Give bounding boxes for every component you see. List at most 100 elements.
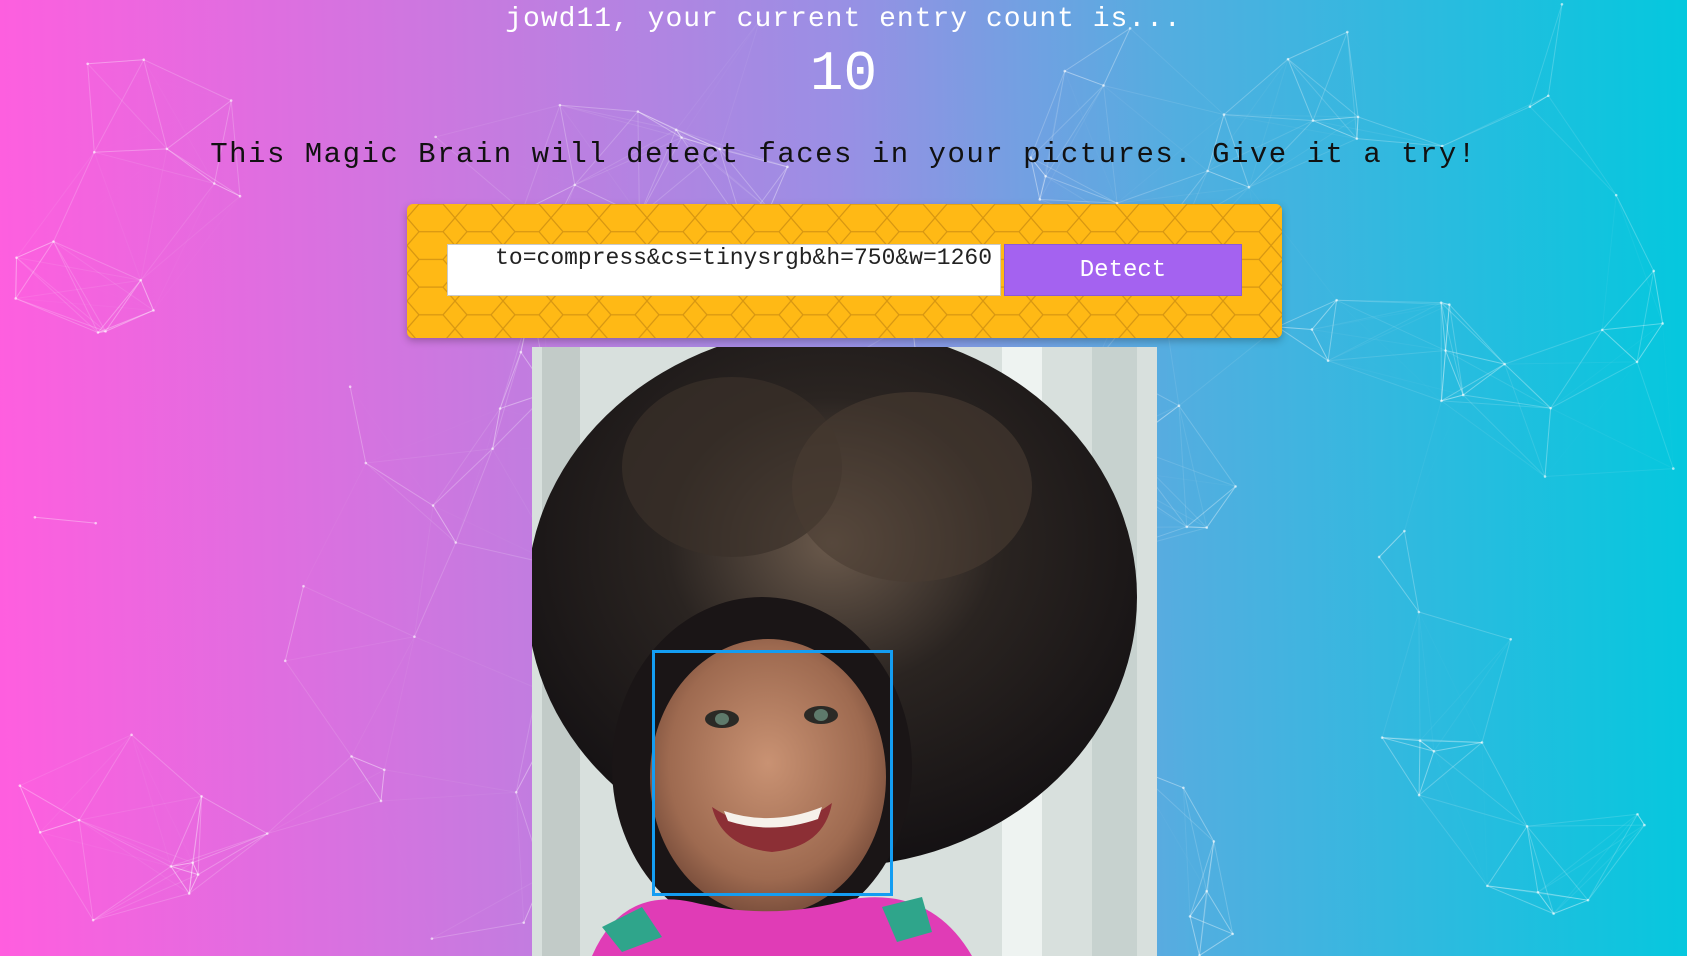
particle-dot [1549, 406, 1552, 410]
particle-dot [1661, 322, 1664, 325]
particle-link [455, 448, 494, 543]
particle-link [1441, 363, 1505, 402]
particle-link [1504, 363, 1546, 477]
particle-link [1537, 891, 1589, 901]
particle-link [1189, 915, 1233, 935]
particle-link [1312, 116, 1359, 122]
particle-link [131, 734, 202, 797]
particle-link [93, 893, 190, 921]
image-url-input[interactable]: to=compress&cs=tinysrgb&h=750&w=1260 [447, 244, 1001, 296]
particle-dot [1444, 349, 1447, 352]
particle-link [1615, 194, 1655, 272]
particle-link [284, 660, 352, 757]
particle-dot [1205, 526, 1209, 529]
particle-dot [1182, 786, 1185, 790]
particle-link [78, 819, 172, 867]
particle-link [78, 734, 132, 821]
particle-dot [1439, 301, 1443, 304]
particle-dot [283, 659, 287, 663]
particle-link [1418, 611, 1435, 752]
particle-dot [14, 297, 17, 300]
particle-link [1636, 361, 1674, 469]
particle-dot [187, 892, 191, 895]
particle-link [1311, 304, 1450, 330]
particle-link [1178, 326, 1278, 407]
particle-dot [1486, 884, 1489, 888]
entry-count-greeting: jowd11, your current entry count is... [505, 4, 1182, 35]
particle-link [19, 734, 132, 787]
particle-dot [1222, 113, 1226, 116]
particle-dot [1652, 269, 1656, 273]
particle-link [1117, 186, 1250, 204]
particle-dot [1231, 932, 1235, 936]
particle-dot [1643, 823, 1646, 827]
particle-link [1486, 825, 1528, 887]
particle-link [1553, 813, 1638, 914]
particle-link [154, 196, 241, 310]
particle-link [284, 586, 304, 661]
particle-dot [38, 831, 42, 834]
particle-link [140, 195, 241, 281]
particle-link [39, 832, 94, 921]
particle-link [365, 462, 434, 506]
particle-link [1663, 323, 1674, 468]
particle-dot [1509, 638, 1513, 641]
particle-dot [350, 755, 353, 758]
particle-dot [302, 584, 305, 588]
particle-dot [1671, 467, 1675, 470]
particle-dot [573, 183, 577, 187]
particle-link [1601, 195, 1617, 330]
particle-dot [1543, 475, 1547, 478]
particle-dot [169, 865, 173, 868]
particle-link [1445, 304, 1450, 351]
particle-dot [1525, 824, 1529, 828]
particle-dot [1432, 749, 1436, 753]
particle-link [1440, 350, 1447, 401]
particle-link [1178, 405, 1236, 487]
particle-link [1419, 612, 1482, 742]
particle-dot [674, 128, 678, 132]
particle-dot [498, 407, 502, 410]
particle-link [1544, 408, 1552, 477]
particle-dot [15, 256, 18, 259]
particle-link [1418, 740, 1421, 796]
particle-dot [454, 541, 458, 544]
particle-link [384, 769, 517, 793]
particle-link [1504, 363, 1551, 409]
particle-link [1403, 530, 1420, 613]
face-bounding-box [652, 650, 893, 896]
particle-dot [1418, 739, 1422, 742]
particle-link [1526, 825, 1589, 901]
particle-dot [1417, 610, 1421, 614]
particle-link [1403, 400, 1442, 532]
particle-dot [1185, 525, 1189, 529]
particle-dot [364, 461, 368, 465]
particle-link [381, 801, 432, 939]
particle-link [1602, 322, 1663, 331]
particle-link [188, 833, 268, 894]
particle-link [380, 791, 517, 802]
particle-link [1637, 813, 1645, 826]
particle-link [1207, 170, 1250, 188]
particle-link [1434, 751, 1487, 886]
particle-dot [1205, 889, 1208, 893]
particle-dot [1234, 485, 1237, 488]
particle-link [93, 152, 142, 281]
particle-link [499, 351, 522, 409]
particle-link [1481, 742, 1528, 827]
particle-link [1182, 787, 1191, 917]
particle-link [1277, 326, 1329, 362]
particle-link [1213, 841, 1234, 935]
particle-link [140, 183, 215, 281]
particle-link [1448, 304, 1464, 396]
particle-link [19, 785, 41, 833]
particle-link [1527, 813, 1638, 827]
particle-link [15, 257, 17, 299]
particle-link [1463, 394, 1551, 409]
particle-link [16, 257, 99, 333]
particle-dot [91, 918, 95, 922]
detect-button[interactable]: Detect [1004, 244, 1242, 296]
particle-link [1189, 916, 1200, 956]
particle-link [53, 241, 141, 281]
particle-link [170, 833, 268, 867]
